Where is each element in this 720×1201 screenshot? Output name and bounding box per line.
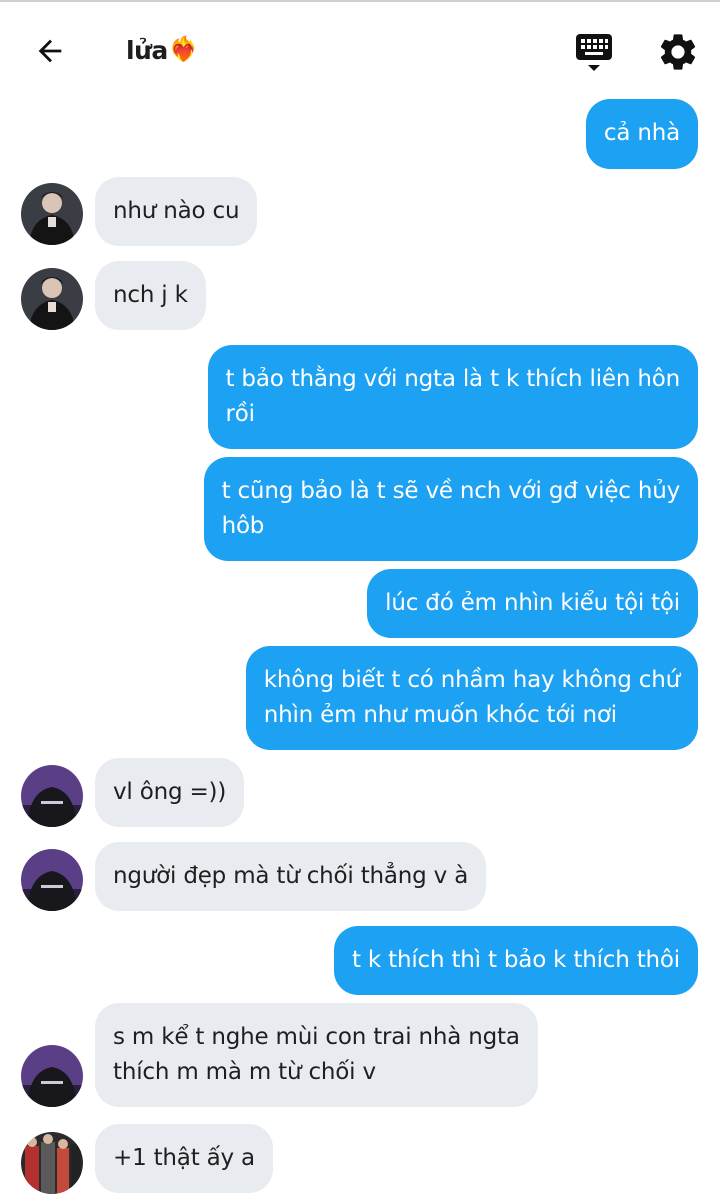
- avatar-dark-jacket-icon: [21, 183, 83, 245]
- avatar-purple-back-icon: [21, 849, 83, 911]
- chat-title[interactable]: lửa❤️‍🔥: [126, 35, 199, 65]
- message-bubble-outgoing[interactable]: cả nhà: [585, 99, 698, 169]
- avatar-purple-back-icon: [21, 1045, 83, 1107]
- chat-title-text: lửa: [126, 36, 168, 65]
- keyboard-button[interactable]: [572, 31, 616, 75]
- avatar[interactable]: [21, 1132, 83, 1194]
- avatar-dark-jacket-icon: [21, 268, 83, 330]
- message-bubble-outgoing[interactable]: t cũng bảo là t sẽ về nch với gđ việc hủ…: [203, 457, 698, 561]
- message-text: t k thích thì t bảo k thích thôi: [352, 947, 680, 973]
- message-text: không biết t có nhầm hay không chứ nhìn …: [263, 667, 680, 728]
- message-text: +1 thật ấy a: [113, 1145, 255, 1171]
- avatar[interactable]: [21, 849, 83, 911]
- message-text: nch j k: [113, 282, 188, 308]
- heart-on-fire-emoji: ❤️‍🔥: [168, 35, 199, 63]
- settings-button[interactable]: [656, 30, 700, 74]
- message-bubble-outgoing[interactable]: t k thích thì t bảo k thích thôi: [334, 926, 698, 995]
- message-bubble-outgoing[interactable]: không biết t có nhầm hay không chứ nhìn …: [245, 646, 698, 750]
- message-bubble-incoming[interactable]: người đẹp mà từ chối thẳng v à: [95, 842, 487, 911]
- message-text: cả nhà: [603, 120, 680, 146]
- message-bubble-outgoing[interactable]: t bảo thằng với ngta là t k thích liên h…: [207, 345, 698, 449]
- message-bubble-outgoing[interactable]: lúc đó ẻm nhìn kiểu tội tội: [367, 569, 698, 638]
- message-bubble-incoming[interactable]: +1 thật ấy a: [95, 1124, 273, 1193]
- message-bubble-incoming[interactable]: s m kể t nghe mùi con trai nhà ngta thíc…: [95, 1003, 538, 1107]
- message-text: t bảo thằng với ngta là t k thích liên h…: [225, 366, 681, 427]
- message-text: lúc đó ẻm nhìn kiểu tội tội: [385, 590, 680, 616]
- chat-header: lửa❤️‍🔥: [0, 2, 720, 92]
- message-text: người đẹp mà từ chối thẳng v à: [113, 863, 469, 889]
- avatar[interactable]: [21, 765, 83, 827]
- message-text: như nào cu: [113, 198, 240, 224]
- avatar-purple-back-icon: [21, 765, 83, 827]
- avatar[interactable]: [21, 268, 83, 330]
- message-text: vl ông =)): [113, 779, 227, 805]
- avatar[interactable]: [21, 183, 83, 245]
- message-bubble-incoming[interactable]: như nào cu: [95, 177, 258, 246]
- avatar-colorful-group-icon: [21, 1132, 83, 1194]
- message-bubble-incoming[interactable]: vl ông =)): [95, 758, 245, 827]
- arrow-left-icon: [38, 39, 62, 63]
- keyboard-icon: [576, 34, 612, 71]
- message-text: t cũng bảo là t sẽ về nch với gđ việc hủ…: [221, 478, 681, 539]
- back-button[interactable]: [26, 29, 74, 73]
- avatar[interactable]: [21, 1045, 83, 1107]
- gear-icon: [660, 34, 696, 70]
- message-bubble-incoming[interactable]: nch j k: [95, 261, 206, 330]
- message-text: s m kể t nghe mùi con trai nhà ngta thíc…: [113, 1024, 520, 1085]
